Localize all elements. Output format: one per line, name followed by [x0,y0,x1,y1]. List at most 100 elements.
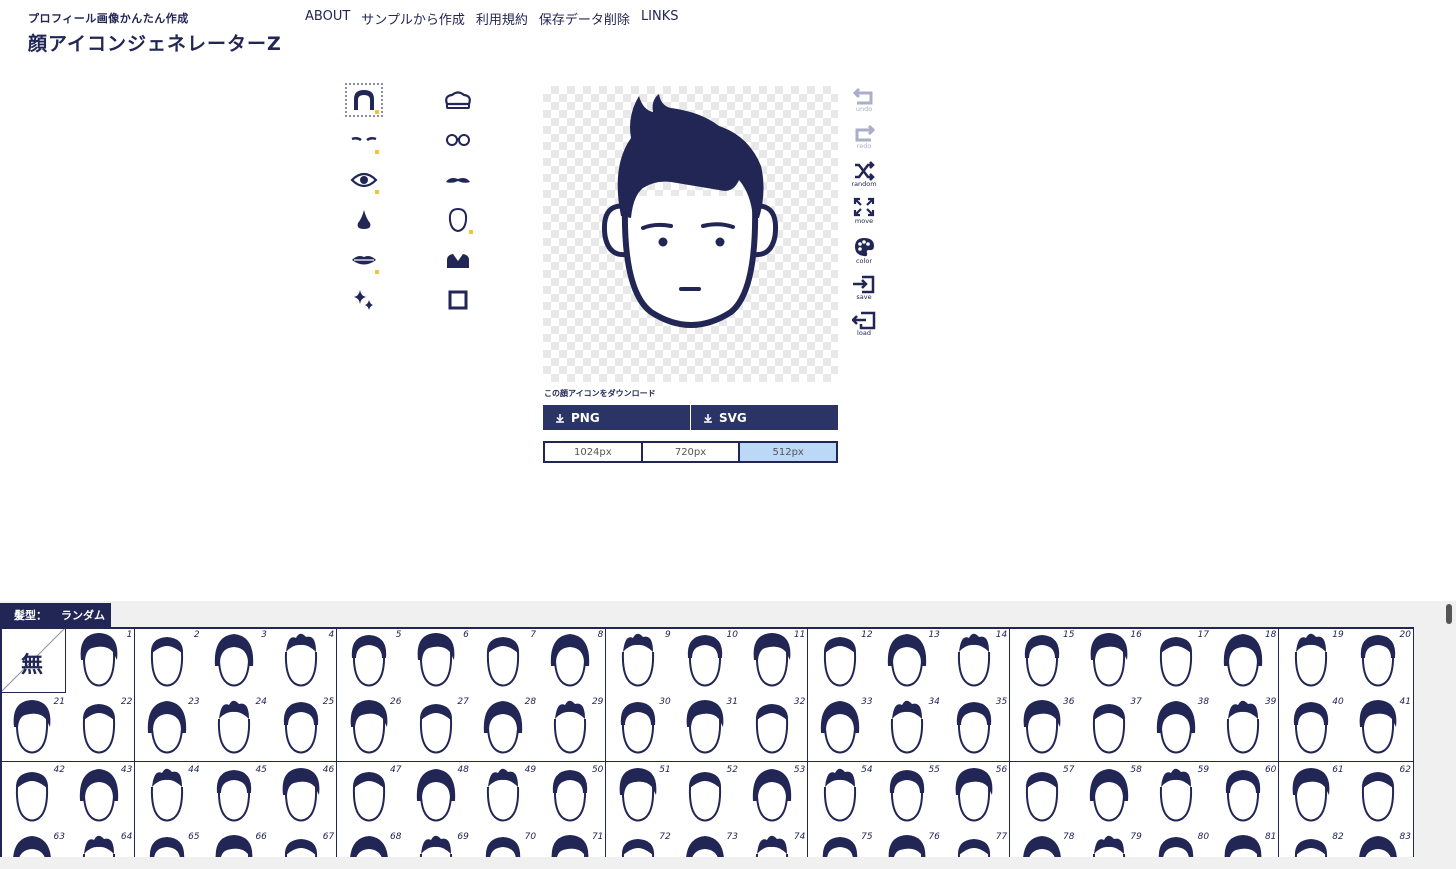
redo-button[interactable]: redo [848,123,880,157]
size-1024-button[interactable]: 1024px [545,443,641,461]
move-button[interactable]: move [848,196,880,230]
hairstyle-cell[interactable]: 12 [807,627,876,695]
frame-part-button[interactable] [438,282,478,318]
hairstyle-cell[interactable]: 39 [1211,694,1280,763]
hairstyle-cell[interactable]: 9 [605,627,674,695]
glasses-part-button[interactable] [438,122,478,158]
hairstyle-cell[interactable]: 30 [605,694,674,763]
nose-part-button[interactable] [344,202,384,238]
hairstyle-cell[interactable]: 63 [0,828,68,857]
hairstyle-cell[interactable]: 64 [67,828,136,857]
hairstyle-cell[interactable]: 19 [1278,627,1347,695]
hairstyle-cell[interactable]: 46 [269,761,338,830]
hairstyle-cell[interactable]: 18 [1211,627,1280,695]
hairstyle-cell[interactable]: 35 [942,694,1011,763]
hairstyle-cell[interactable]: 73 [673,828,741,857]
hairstyle-cell[interactable]: 17 [1144,627,1213,695]
nav-about[interactable]: ABOUT [305,9,350,28]
download-svg-button[interactable]: SVG [690,405,838,430]
save-button[interactable]: save [848,274,880,308]
hairstyle-cell[interactable]: 7 [471,627,540,695]
face-outline-part-button[interactable] [438,202,478,238]
hairstyle-cell[interactable]: 62 [1346,761,1414,830]
hairstyle-cell[interactable]: 47 [336,761,405,830]
hairstyle-cell[interactable]: 2 [134,627,203,695]
clothes-part-button[interactable] [438,242,478,278]
hairstyle-cell[interactable]: 78 [1009,828,1078,857]
hairstyle-cell[interactable]: 21 [0,694,68,763]
hairstyle-cell[interactable]: 29 [538,694,607,763]
hairstyle-cell[interactable]: 28 [471,694,540,763]
hairstyle-cell[interactable]: 74 [740,828,809,857]
hairstyle-cell[interactable]: 14 [942,627,1011,695]
mustache-part-button[interactable] [438,162,478,198]
hairstyle-cell[interactable]: 69 [403,828,472,857]
face-preview-canvas[interactable] [543,86,838,382]
hairstyle-cell[interactable]: 58 [1076,761,1145,830]
hairstyle-cell[interactable]: 11 [740,627,809,695]
sparkle-part-button[interactable] [344,282,384,318]
hairstyle-cell[interactable]: 36 [1009,694,1078,763]
hairstyle-cell[interactable]: 27 [403,694,472,763]
hairstyle-cell[interactable]: 13 [874,627,943,695]
hairstyle-cell[interactable]: 48 [403,761,472,830]
random-button[interactable]: random [848,161,880,195]
hairstyle-cell[interactable]: 3 [201,627,270,695]
hairstyle-cell[interactable]: 72 [605,828,674,857]
hairstyle-cell[interactable]: 83 [1346,828,1414,857]
hairstyle-cell[interactable]: 76 [874,828,943,857]
hairstyle-cell[interactable]: 50 [538,761,607,830]
hairstyle-cell[interactable]: 25 [269,694,338,763]
load-button[interactable]: load [848,310,880,344]
hairstyle-cell[interactable]: 79 [1076,828,1145,857]
undo-button[interactable]: undo [848,86,880,120]
eyebrow-part-button[interactable] [344,122,384,158]
panel-scrollbar[interactable] [1446,604,1452,624]
hairstyle-cell[interactable]: 37 [1076,694,1145,763]
hairstyle-cell[interactable]: 60 [1211,761,1280,830]
download-png-button[interactable]: PNG [543,405,690,430]
hat-part-button[interactable] [438,82,478,118]
hairstyle-cell[interactable]: 70 [471,828,540,857]
hairstyle-cell[interactable]: 40 [1278,694,1347,763]
hairstyle-tab[interactable]: 髪型： ランダム [0,603,111,627]
eye-part-button[interactable] [344,162,384,198]
hairstyle-cell[interactable]: 4 [269,627,338,695]
hairstyle-cell[interactable]: 43 [67,761,136,830]
hairstyle-cell[interactable]: 32 [740,694,809,763]
hairstyle-cell[interactable]: 33 [807,694,876,763]
hairstyle-cell[interactable]: 15 [1009,627,1078,695]
hairstyle-cell[interactable]: 67 [269,828,338,857]
hairstyle-cell[interactable]: 8 [538,627,607,695]
hairstyle-cell[interactable]: 65 [134,828,203,857]
hairstyle-cell[interactable]: 66 [201,828,270,857]
hairstyle-cell[interactable]: 26 [336,694,405,763]
hairstyle-cell[interactable]: 71 [538,828,607,857]
hairstyle-cell[interactable]: 6 [403,627,472,695]
hairstyle-cell[interactable]: 75 [807,828,876,857]
size-720-button[interactable]: 720px [640,443,739,461]
nav-delete-saved-data[interactable]: 保存データ削除 [539,9,630,28]
hairstyle-cell[interactable]: 42 [0,761,68,830]
hairstyle-cell[interactable]: 77 [942,828,1011,857]
hairstyle-cell[interactable]: 34 [874,694,943,763]
hairstyle-cell[interactable]: 41 [1346,694,1414,763]
hairstyle-cell[interactable]: 23 [134,694,203,763]
nav-create-from-sample[interactable]: サンプルから作成 [361,9,465,28]
hairstyle-cell[interactable]: 68 [336,828,405,857]
hairstyle-cell[interactable]: 53 [740,761,809,830]
hairstyle-cell[interactable]: 24 [201,694,270,763]
hairstyle-cell[interactable]: 16 [1076,627,1145,695]
hairstyle-cell[interactable]: 54 [807,761,876,830]
hairstyle-cell[interactable]: 51 [605,761,674,830]
hairstyle-cell[interactable]: 38 [1144,694,1213,763]
hairstyle-cell[interactable]: 61 [1278,761,1347,830]
nav-terms[interactable]: 利用規約 [476,9,528,28]
hairstyle-cell[interactable]: 1 [67,627,136,695]
hairstyle-cell[interactable]: 49 [471,761,540,830]
site-logo[interactable]: プロフィール画像かんたん作成 顔アイコンジェネレーターZ [28,10,282,56]
hairstyle-cell[interactable]: 56 [942,761,1011,830]
hairstyle-cell[interactable]: 10 [673,627,741,695]
hairstyle-cell[interactable]: 80 [1144,828,1213,857]
color-button[interactable]: color [848,236,880,270]
